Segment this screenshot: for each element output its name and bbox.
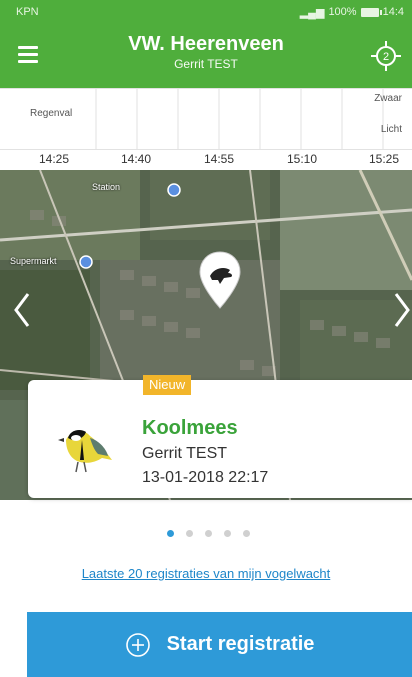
pagination-dot[interactable] [167,530,174,537]
page-subtitle: Gerrit TEST [174,57,238,71]
status-clock: 14:4 [382,6,404,18]
light-label: Licht [380,124,402,135]
pagination-dot[interactable] [243,530,250,537]
map-supermarket-label: Supermarkt [10,256,57,266]
battery-percent: 100% [328,6,357,18]
forecast-times: 14:25 14:40 14:55 15:10 15:25 [0,150,412,170]
chevron-right-icon[interactable] [392,290,412,330]
pagination-dot[interactable] [205,530,212,537]
pagination-dot[interactable] [224,530,231,537]
crosshair-icon[interactable]: 2 [368,38,404,74]
locate-badge: 2 [383,51,389,63]
heavy-label: Zwaar [374,93,402,104]
rain-grid [0,88,412,150]
signal-icon: ▂▄▆ [299,6,325,19]
chevron-left-icon[interactable] [12,290,32,330]
recent-registrations-link[interactable]: Laatste 20 registraties van mijn vogelwa… [0,566,412,581]
time-label: 15:25 [368,152,400,166]
carousel-pagination [167,530,250,540]
start-registration-label: Start registratie [166,633,315,655]
observation-date: 13-01-2018 22:17 [142,469,269,486]
hamburger-menu-icon[interactable] [12,40,52,72]
great-tit-bird-image [48,410,118,480]
status-indicators: ▂▄▆ 100% 14:4 [300,6,404,19]
bird-location-pin-icon[interactable] [198,250,242,310]
rain-forecast-panel: Regenval Zwaar Licht [0,88,412,150]
observer-name: Gerrit TEST [142,445,228,462]
start-registration-button[interactable]: Start registratie [27,612,412,677]
new-badge: Nieuw [143,375,192,395]
status-bar: KPN ▂▄▆ 100% 14:4 [0,0,412,24]
observation-card[interactable]: Nieuw Koolmees Gerrit TEST 13-01-2018 22… [28,375,412,498]
time-label: 15:10 [286,152,318,166]
app-header: VW. Heerenveen Gerrit TEST 2 [0,24,412,88]
title-block: VW. Heerenveen Gerrit TEST [80,32,332,72]
carrier-label: KPN [16,6,39,18]
time-label: 14:25 [38,152,70,166]
page-title: VW. Heerenveen [128,33,284,55]
bird-name: Koolmees [142,417,238,439]
rain-axis-label: Regenval [30,108,73,119]
time-label: 14:55 [203,152,235,166]
pagination-dot[interactable] [186,530,193,537]
battery-icon [360,7,382,17]
plus-circle-icon [125,632,150,657]
time-label: 14:40 [120,152,152,166]
map-station-label: Station [92,182,121,192]
